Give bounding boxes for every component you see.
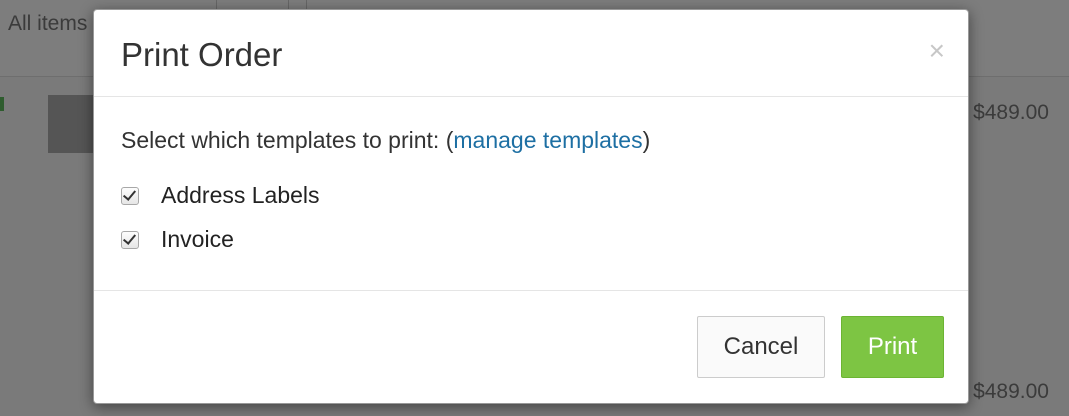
address-labels-checkbox[interactable] — [121, 186, 139, 205]
invoice-label[interactable]: Invoice — [161, 226, 234, 253]
close-icon[interactable]: × — [929, 37, 945, 65]
instruction-text: Select which templates to print: ( — [121, 127, 454, 153]
dialog-title: Print Order — [121, 36, 283, 73]
manage-templates-link[interactable]: manage templates — [453, 127, 642, 153]
template-instruction: Select which templates to print: (manage… — [121, 127, 650, 154]
print-button[interactable]: Print — [841, 316, 944, 378]
template-option-invoice[interactable]: Invoice — [121, 226, 234, 253]
cancel-button[interactable]: Cancel — [697, 316, 825, 378]
template-option-address-labels[interactable]: Address Labels — [121, 182, 320, 209]
dialog-header: Print Order × — [94, 10, 968, 97]
address-labels-label[interactable]: Address Labels — [161, 182, 320, 209]
instruction-text-end: ) — [642, 127, 651, 153]
print-order-dialog: Print Order × Select which templates to … — [93, 9, 969, 404]
dialog-body: Select which templates to print: (manage… — [94, 97, 968, 291]
dialog-footer: Cancel Print — [94, 291, 968, 405]
invoice-checkbox[interactable] — [121, 230, 139, 249]
